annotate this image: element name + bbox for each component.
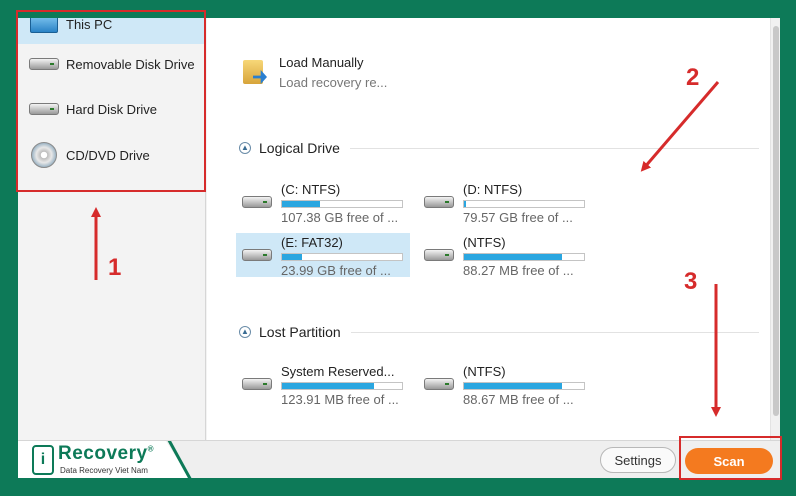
section-title: Lost Partition <box>259 324 341 340</box>
usage-fill <box>464 383 563 389</box>
drive-name: System Reserved... <box>281 364 395 379</box>
annotation-number-3: 3 <box>684 268 698 295</box>
section-divider <box>349 147 759 149</box>
load-manually-title: Load Manually <box>279 55 364 70</box>
usage-bar <box>463 253 585 261</box>
drive-item[interactable]: (NTFS) 88.67 MB free of ... <box>418 362 592 407</box>
usage-bar <box>463 200 585 208</box>
usage-bar <box>281 382 403 390</box>
usage-fill <box>282 254 303 260</box>
scrollbar-thumb[interactable] <box>773 26 779 416</box>
usage-fill <box>282 383 375 389</box>
annotation-number-2: 2 <box>686 64 700 91</box>
usage-fill <box>464 254 563 260</box>
drive-name: (E: FAT32) <box>281 235 343 250</box>
drive-free-space: 79.57 GB free of ... <box>463 210 573 225</box>
drive-item[interactable]: System Reserved... 123.91 MB free of ... <box>236 362 410 407</box>
logo-name: Recovery® <box>58 443 154 464</box>
load-manually-subtitle: Load recovery re... <box>279 75 388 90</box>
drive-free-space: 23.99 GB free of ... <box>281 263 391 278</box>
drive-name: (C: NTFS) <box>281 182 341 197</box>
drive-free-space: 123.91 MB free of ... <box>281 392 399 407</box>
annotation-box-scan <box>679 436 782 480</box>
usage-fill <box>464 201 467 207</box>
usage-fill <box>282 201 321 207</box>
logical-drive-header[interactable]: ▲ Logical Drive <box>239 140 759 156</box>
collapse-icon[interactable]: ▲ <box>239 142 251 154</box>
hard-disk-icon <box>424 249 454 261</box>
annotation-box-sidebar <box>16 10 206 192</box>
lost-partition-header[interactable]: ▲ Lost Partition <box>239 324 759 340</box>
vertical-scrollbar[interactable] <box>770 18 780 440</box>
drive-name: (NTFS) <box>463 235 506 250</box>
bottom-bar: i Recovery® Data Recovery Viet Nam Setti… <box>18 440 780 478</box>
usage-bar <box>281 200 403 208</box>
drive-item[interactable]: (C: NTFS) 107.38 GB free of ... <box>236 180 410 225</box>
usage-bar <box>281 253 403 261</box>
load-manually-item[interactable]: Load Manually Load recovery re... <box>243 54 387 94</box>
section-divider <box>350 331 759 333</box>
drive-item[interactable]: (NTFS) 88.27 MB free of ... <box>418 233 592 278</box>
drive-free-space: 88.27 MB free of ... <box>463 263 574 278</box>
drive-name: (NTFS) <box>463 364 506 379</box>
drive-item[interactable]: (D: NTFS) 79.57 GB free of ... <box>418 180 592 225</box>
section-title: Logical Drive <box>259 140 340 156</box>
logo-tagline: Data Recovery Viet Nam <box>60 466 148 475</box>
hard-disk-icon <box>242 249 272 261</box>
hard-disk-icon <box>242 196 272 208</box>
recovery-logo: i Recovery® Data Recovery Viet Nam <box>18 441 190 478</box>
annotation-number-1: 1 <box>108 254 122 281</box>
hard-disk-icon <box>242 378 272 390</box>
hard-disk-icon <box>424 378 454 390</box>
drive-name: (D: NTFS) <box>463 182 523 197</box>
folder-load-icon <box>243 56 267 86</box>
logo-mark-icon: i <box>32 445 54 475</box>
drive-item[interactable]: (E: FAT32) 23.99 GB free of ... <box>236 233 410 278</box>
settings-button[interactable]: Settings <box>600 447 676 473</box>
drive-free-space: 88.67 MB free of ... <box>463 392 574 407</box>
collapse-icon[interactable]: ▲ <box>239 326 251 338</box>
drive-free-space: 107.38 GB free of ... <box>281 210 399 225</box>
usage-bar <box>463 382 585 390</box>
hard-disk-icon <box>424 196 454 208</box>
